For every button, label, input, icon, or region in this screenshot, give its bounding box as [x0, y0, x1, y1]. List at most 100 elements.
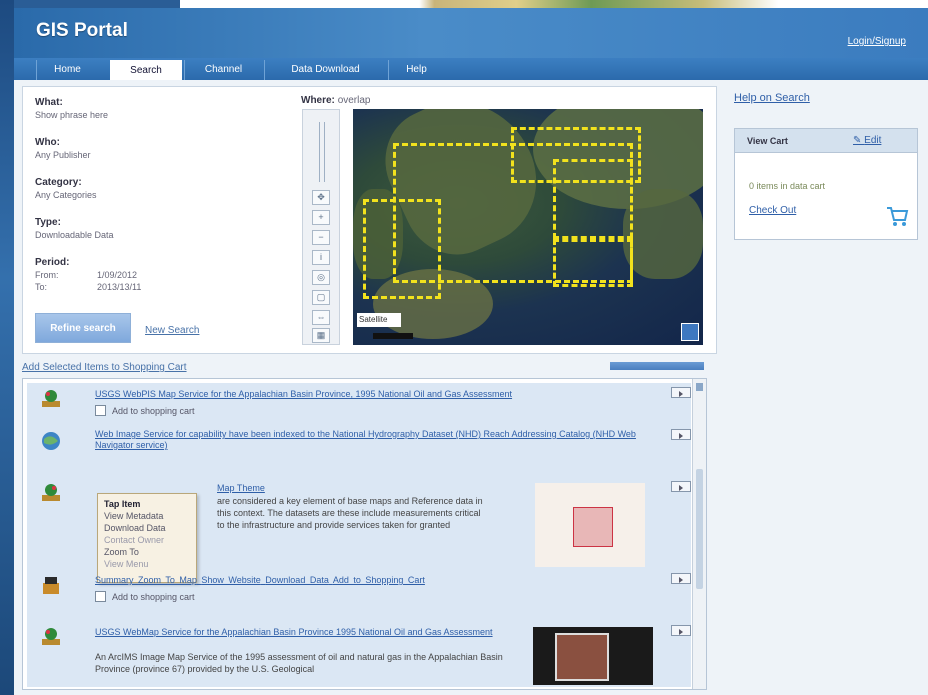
zoom-slider[interactable] — [319, 122, 325, 182]
checkout-link[interactable]: Check Out — [749, 205, 796, 216]
pan-icon[interactable]: ✥ — [312, 190, 330, 205]
layer-stack-icon — [42, 628, 60, 645]
who-filter[interactable]: Who: Any Publisher — [35, 137, 91, 160]
menu-item-download-data[interactable]: Download Data — [104, 522, 190, 534]
result-thumbnail[interactable] — [533, 627, 653, 685]
context-menu: Tap Item View Metadata Download Data Con… — [97, 493, 197, 583]
thumbnail-footprint — [573, 507, 613, 547]
where-value[interactable]: overlap — [338, 95, 371, 106]
grid-icon[interactable]: ▦ — [312, 328, 330, 343]
summary-link[interactable]: Summary — [95, 575, 134, 585]
result-title[interactable]: USGS WebMap Service for the Appalachian … — [95, 627, 515, 638]
tab-help[interactable]: Help — [388, 60, 444, 80]
package-icon — [43, 577, 59, 594]
thumbnail-map — [555, 633, 609, 681]
background-left-strip — [0, 0, 14, 695]
period-label: Period: — [35, 257, 70, 268]
category-label: Category: — [35, 177, 82, 188]
what-filter[interactable]: What: Show phrase here — [35, 97, 108, 120]
result-title[interactable]: Map Theme — [217, 483, 265, 494]
result-thumbnail[interactable] — [535, 483, 645, 567]
expand-arrow-icon[interactable] — [671, 387, 691, 398]
expand-arrow-icon[interactable] — [671, 481, 691, 492]
period-filter[interactable]: Period: From: 1/09/2012 To: 2013/13/11 — [35, 257, 195, 292]
type-label: Type: — [35, 217, 61, 228]
results-scrollbar[interactable] — [692, 379, 706, 689]
type-filter[interactable]: Type: Downloadable Data — [35, 217, 114, 240]
result-description: An ArcIMS Image Map Service of the 1995 … — [95, 652, 503, 674]
results-inner: USGS WebPIS Map Service for the Appalach… — [27, 383, 691, 687]
checkbox[interactable] — [95, 405, 106, 416]
where-label-text: Where: — [301, 95, 335, 106]
who-value: Any Publisher — [35, 150, 91, 160]
add-selected-to-cart-link[interactable]: Add Selected Items to Shopping Cart — [22, 362, 187, 373]
globe-icon — [42, 432, 60, 450]
select-icon[interactable]: ▢ — [312, 290, 330, 305]
cart-title: View Cart — [747, 136, 788, 146]
to-label: To: — [35, 282, 48, 292]
login-link[interactable]: Login/Signup — [848, 36, 906, 47]
menu-item-view-metadata[interactable]: View Metadata — [104, 510, 190, 522]
checkbox-label: Add to shopping cart — [112, 405, 195, 416]
add-to-cart-checkbox[interactable]: Add to shopping cart — [95, 405, 195, 416]
menu-item-contact-owner[interactable]: Contact Owner — [104, 534, 190, 546]
zoom-in-icon[interactable]: + — [312, 210, 330, 225]
cart-count: 0 items in data cart — [749, 181, 826, 191]
main-tabs: Home Search Channel Data Download Help — [14, 58, 928, 80]
expand-arrow-icon[interactable] — [671, 573, 691, 584]
search-filter-panel: What: Show phrase here Who: Any Publishe… — [22, 86, 717, 354]
globe-icon[interactable]: ◎ — [312, 270, 330, 285]
pencil-icon: ✎ — [853, 135, 865, 146]
menu-item-zoom-to[interactable]: Zoom To — [104, 546, 190, 558]
page-body: What: Show phrase here Who: Any Publishe… — [14, 80, 928, 695]
measure-icon[interactable]: ⇔ — [312, 310, 330, 325]
tab-home[interactable]: Home — [36, 60, 98, 80]
scroll-thumb[interactable] — [696, 469, 703, 589]
category-filter[interactable]: Category: Any Categories — [35, 177, 97, 200]
tab-channel[interactable]: Channel — [184, 60, 262, 80]
new-search-link[interactable]: New Search — [145, 325, 199, 336]
where-label: Where: overlap — [301, 95, 371, 106]
what-value: Show phrase here — [35, 110, 109, 120]
tab-data-download[interactable]: Data Download — [264, 60, 386, 80]
results-list: USGS WebPIS Map Service for the Appalach… — [22, 378, 707, 690]
result-title[interactable]: USGS WebPIS Map Service for the Appalach… — [95, 389, 665, 400]
type-value: Downloadable Data — [35, 230, 114, 240]
category-value: Any Categories — [35, 190, 97, 200]
search-map[interactable]: Satellite — [353, 109, 703, 345]
map-toolbar: ✥ + − i ◎ ▢ ⇔ ▦ — [302, 109, 340, 345]
checkbox-label: Add to shopping cart — [112, 591, 195, 602]
who-label: Who: — [35, 137, 60, 148]
checkbox[interactable] — [95, 591, 106, 602]
menu-item-view-menu[interactable]: View Menu — [104, 558, 190, 570]
download-data-link[interactable]: Download Data — [265, 575, 329, 585]
map-expand-icon[interactable] — [681, 323, 699, 341]
app-title: GIS Portal — [36, 20, 128, 41]
from-value[interactable]: 1/09/2012 — [97, 270, 137, 280]
help-on-search-link[interactable]: Help on Search — [734, 92, 810, 104]
scroll-up-icon[interactable] — [696, 383, 703, 391]
cart-panel: View Cart ✎ Edit 0 items in data cart Ch… — [734, 128, 918, 240]
map-footprint[interactable] — [553, 159, 633, 239]
identify-icon[interactable]: i — [312, 250, 330, 265]
zoom-out-icon[interactable]: − — [312, 230, 330, 245]
add-to-shopping-cart-link[interactable]: Add to Shopping Cart — [333, 575, 425, 585]
tab-search[interactable]: Search — [110, 60, 182, 80]
cart-edit-link[interactable]: ✎ Edit — [853, 135, 881, 146]
expand-arrow-icon[interactable] — [671, 625, 691, 636]
add-to-cart-checkbox[interactable]: Add to shopping cart — [95, 591, 195, 602]
results-toolbar[interactable] — [610, 362, 704, 370]
menu-item-tap[interactable]: Tap Item — [104, 498, 190, 510]
banner-map-strip — [180, 0, 928, 8]
expand-arrow-icon[interactable] — [671, 429, 691, 440]
map-scale-bar — [373, 333, 413, 339]
zoom-to-map-link[interactable]: Zoom To Map — [138, 575, 197, 585]
from-label: From: — [35, 270, 59, 280]
shopping-cart-icon[interactable] — [885, 205, 909, 227]
result-title[interactable]: Web Image Service for capability have be… — [95, 429, 655, 451]
to-value[interactable]: 2013/13/11 — [97, 282, 141, 292]
map-footprint[interactable] — [553, 239, 633, 287]
show-website-link[interactable]: Show Website — [201, 575, 260, 585]
refine-search-button[interactable]: Refine search — [35, 313, 131, 343]
map-footprint[interactable] — [363, 199, 441, 299]
